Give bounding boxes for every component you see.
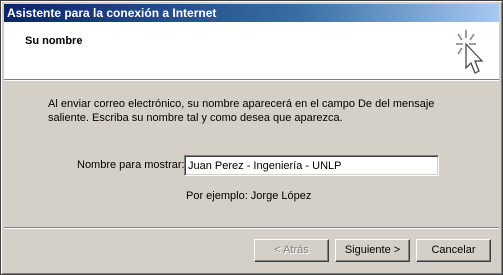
wizard-header: Su nombre — [4, 22, 499, 79]
description-text: Al enviar correo electrónico, su nombre … — [48, 98, 435, 124]
wizard-window: Asistente para la conexión a Internet Su… — [0, 0, 503, 275]
wizard-cursor-sparkle-icon — [452, 28, 492, 76]
page-title: Su nombre — [25, 35, 83, 47]
display-name-label: Nombre para mostrar: — [77, 159, 185, 171]
cancel-button[interactable]: Cancelar — [416, 239, 491, 262]
title-bar[interactable]: Asistente para la conexión a Internet — [4, 4, 499, 22]
footer-separator — [4, 227, 499, 229]
header-separator — [4, 79, 499, 81]
example-text: Por ejemplo: Jorge López — [186, 190, 312, 202]
back-button[interactable]: < Atrás — [254, 239, 329, 262]
display-name-input[interactable] — [184, 155, 439, 176]
next-button[interactable]: Siguiente > — [335, 239, 410, 262]
